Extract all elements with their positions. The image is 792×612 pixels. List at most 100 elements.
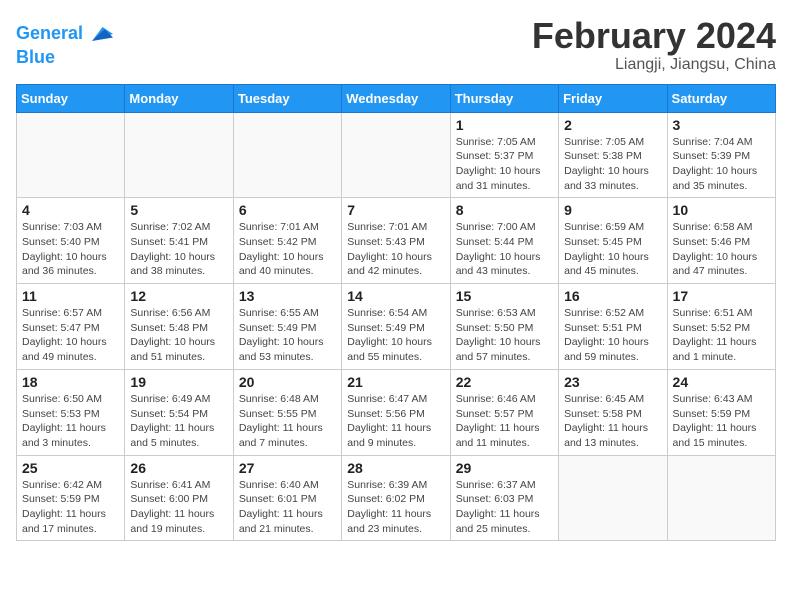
- calendar-cell: 3 Sunrise: 7:04 AM Sunset: 5:39 PM Daylig…: [667, 112, 775, 198]
- calendar-week-row: 11 Sunrise: 6:57 AM Sunset: 5:47 PM Dayli…: [17, 284, 776, 370]
- day-number: 13: [239, 288, 336, 304]
- calendar-cell: [233, 112, 341, 198]
- day-info: Sunrise: 6:50 AM Sunset: 5:53 PM Dayligh…: [22, 392, 119, 451]
- day-info: Sunrise: 6:43 AM Sunset: 5:59 PM Dayligh…: [673, 392, 770, 451]
- day-info: Sunrise: 6:42 AM Sunset: 5:59 PM Dayligh…: [22, 478, 119, 537]
- day-info: Sunrise: 7:03 AM Sunset: 5:40 PM Dayligh…: [22, 220, 119, 279]
- day-number: 15: [456, 288, 553, 304]
- calendar-cell: [125, 112, 233, 198]
- calendar-cell: 1Sunrise: 7:05 AM Sunset: 5:37 PM Daylig…: [450, 112, 558, 198]
- logo-blue-text: Blue: [16, 48, 113, 68]
- day-number: 17: [673, 288, 770, 304]
- day-info: Sunrise: 6:46 AM Sunset: 5:57 PM Dayligh…: [456, 392, 553, 451]
- day-number: 22: [456, 374, 553, 390]
- calendar-cell: 22 Sunrise: 6:46 AM Sunset: 5:57 PM Dayli…: [450, 369, 558, 455]
- calendar-table: SundayMondayTuesdayWednesdayThursdayFrid…: [16, 84, 776, 542]
- calendar-cell: 15 Sunrise: 6:53 AM Sunset: 5:50 PM Dayli…: [450, 284, 558, 370]
- day-number: 10: [673, 202, 770, 218]
- weekday-header-friday: Friday: [559, 84, 667, 112]
- calendar-cell: 11 Sunrise: 6:57 AM Sunset: 5:47 PM Dayli…: [17, 284, 125, 370]
- day-number: 29: [456, 460, 553, 476]
- day-info: Sunrise: 6:41 AM Sunset: 6:00 PM Dayligh…: [130, 478, 227, 537]
- day-info: Sunrise: 6:52 AM Sunset: 5:51 PM Dayligh…: [564, 306, 661, 365]
- day-number: 5: [130, 202, 227, 218]
- day-info: Sunrise: 7:05 AM Sunset: 5:38 PM Dayligh…: [564, 135, 661, 194]
- day-number: 23: [564, 374, 661, 390]
- calendar-cell: 9 Sunrise: 6:59 AM Sunset: 5:45 PM Daylig…: [559, 198, 667, 284]
- day-info: Sunrise: 6:53 AM Sunset: 5:50 PM Dayligh…: [456, 306, 553, 365]
- day-number: 8: [456, 202, 553, 218]
- day-info: Sunrise: 6:54 AM Sunset: 5:49 PM Dayligh…: [347, 306, 444, 365]
- weekday-header-monday: Monday: [125, 84, 233, 112]
- day-info: Sunrise: 7:04 AM Sunset: 5:39 PM Dayligh…: [673, 135, 770, 194]
- day-info: Sunrise: 6:47 AM Sunset: 5:56 PM Dayligh…: [347, 392, 444, 451]
- day-number: 16: [564, 288, 661, 304]
- day-number: 25: [22, 460, 119, 476]
- day-number: 19: [130, 374, 227, 390]
- day-info: Sunrise: 6:49 AM Sunset: 5:54 PM Dayligh…: [130, 392, 227, 451]
- day-info: Sunrise: 6:57 AM Sunset: 5:47 PM Dayligh…: [22, 306, 119, 365]
- calendar-cell: 20 Sunrise: 6:48 AM Sunset: 5:55 PM Dayli…: [233, 369, 341, 455]
- day-number: 7: [347, 202, 444, 218]
- page-header: General Blue February 2024 Liangji, Jian…: [16, 16, 776, 74]
- page-subtitle: Liangji, Jiangsu, China: [532, 56, 776, 74]
- weekday-header-tuesday: Tuesday: [233, 84, 341, 112]
- calendar-cell: 16 Sunrise: 6:52 AM Sunset: 5:51 PM Dayli…: [559, 284, 667, 370]
- calendar-cell: 7 Sunrise: 7:01 AM Sunset: 5:43 PM Daylig…: [342, 198, 450, 284]
- calendar-cell: 4 Sunrise: 7:03 AM Sunset: 5:40 PM Daylig…: [17, 198, 125, 284]
- weekday-header-thursday: Thursday: [450, 84, 558, 112]
- calendar-cell: 24 Sunrise: 6:43 AM Sunset: 5:59 PM Dayli…: [667, 369, 775, 455]
- calendar-cell: 6Sunrise: 7:01 AM Sunset: 5:42 PM Daylig…: [233, 198, 341, 284]
- calendar-cell: 13 Sunrise: 6:55 AM Sunset: 5:49 PM Dayli…: [233, 284, 341, 370]
- day-number: 11: [22, 288, 119, 304]
- page-title: February 2024: [532, 16, 776, 56]
- day-info: Sunrise: 6:48 AM Sunset: 5:55 PM Dayligh…: [239, 392, 336, 451]
- calendar-cell: 21Sunrise: 6:47 AM Sunset: 5:56 PM Dayli…: [342, 369, 450, 455]
- calendar-cell: 5 Sunrise: 7:02 AM Sunset: 5:41 PM Daylig…: [125, 198, 233, 284]
- calendar-cell: 8 Sunrise: 7:00 AM Sunset: 5:44 PM Daylig…: [450, 198, 558, 284]
- calendar-week-row: 1Sunrise: 7:05 AM Sunset: 5:37 PM Daylig…: [17, 112, 776, 198]
- title-block: February 2024 Liangji, Jiangsu, China: [532, 16, 776, 74]
- calendar-cell: 28 Sunrise: 6:39 AM Sunset: 6:02 PM Dayli…: [342, 455, 450, 541]
- weekday-header-sunday: Sunday: [17, 84, 125, 112]
- day-info: Sunrise: 7:02 AM Sunset: 5:41 PM Dayligh…: [130, 220, 227, 279]
- calendar-cell: 17 Sunrise: 6:51 AM Sunset: 5:52 PM Dayli…: [667, 284, 775, 370]
- day-info: Sunrise: 6:39 AM Sunset: 6:02 PM Dayligh…: [347, 478, 444, 537]
- day-number: 3: [673, 117, 770, 133]
- day-info: Sunrise: 6:58 AM Sunset: 5:46 PM Dayligh…: [673, 220, 770, 279]
- day-number: 27: [239, 460, 336, 476]
- weekday-header-wednesday: Wednesday: [342, 84, 450, 112]
- calendar-cell: 18Sunrise: 6:50 AM Sunset: 5:53 PM Dayli…: [17, 369, 125, 455]
- day-info: Sunrise: 6:51 AM Sunset: 5:52 PM Dayligh…: [673, 306, 770, 365]
- day-info: Sunrise: 6:59 AM Sunset: 5:45 PM Dayligh…: [564, 220, 661, 279]
- logo-text: General: [16, 24, 83, 44]
- day-number: 1: [456, 117, 553, 133]
- day-number: 6: [239, 202, 336, 218]
- logo: General Blue: [16, 20, 113, 68]
- day-info: Sunrise: 7:00 AM Sunset: 5:44 PM Dayligh…: [456, 220, 553, 279]
- weekday-header-row: SundayMondayTuesdayWednesdayThursdayFrid…: [17, 84, 776, 112]
- calendar-cell: 26Sunrise: 6:41 AM Sunset: 6:00 PM Dayli…: [125, 455, 233, 541]
- day-number: 14: [347, 288, 444, 304]
- day-number: 9: [564, 202, 661, 218]
- calendar-cell: [17, 112, 125, 198]
- logo-icon: [85, 20, 113, 48]
- day-info: Sunrise: 6:55 AM Sunset: 5:49 PM Dayligh…: [239, 306, 336, 365]
- day-number: 28: [347, 460, 444, 476]
- calendar-week-row: 4 Sunrise: 7:03 AM Sunset: 5:40 PM Daylig…: [17, 198, 776, 284]
- calendar-cell: 12 Sunrise: 6:56 AM Sunset: 5:48 PM Dayli…: [125, 284, 233, 370]
- day-info: Sunrise: 7:01 AM Sunset: 5:43 PM Dayligh…: [347, 220, 444, 279]
- day-info: Sunrise: 6:56 AM Sunset: 5:48 PM Dayligh…: [130, 306, 227, 365]
- calendar-cell: 14 Sunrise: 6:54 AM Sunset: 5:49 PM Dayli…: [342, 284, 450, 370]
- day-number: 12: [130, 288, 227, 304]
- calendar-cell: 19 Sunrise: 6:49 AM Sunset: 5:54 PM Dayli…: [125, 369, 233, 455]
- calendar-cell: 29Sunrise: 6:37 AM Sunset: 6:03 PM Dayli…: [450, 455, 558, 541]
- day-info: Sunrise: 6:45 AM Sunset: 5:58 PM Dayligh…: [564, 392, 661, 451]
- calendar-cell: 2Sunrise: 7:05 AM Sunset: 5:38 PM Daylig…: [559, 112, 667, 198]
- day-info: Sunrise: 6:40 AM Sunset: 6:01 PM Dayligh…: [239, 478, 336, 537]
- calendar-cell: 25 Sunrise: 6:42 AM Sunset: 5:59 PM Dayli…: [17, 455, 125, 541]
- day-number: 20: [239, 374, 336, 390]
- calendar-week-row: 25 Sunrise: 6:42 AM Sunset: 5:59 PM Dayli…: [17, 455, 776, 541]
- day-number: 24: [673, 374, 770, 390]
- day-number: 4: [22, 202, 119, 218]
